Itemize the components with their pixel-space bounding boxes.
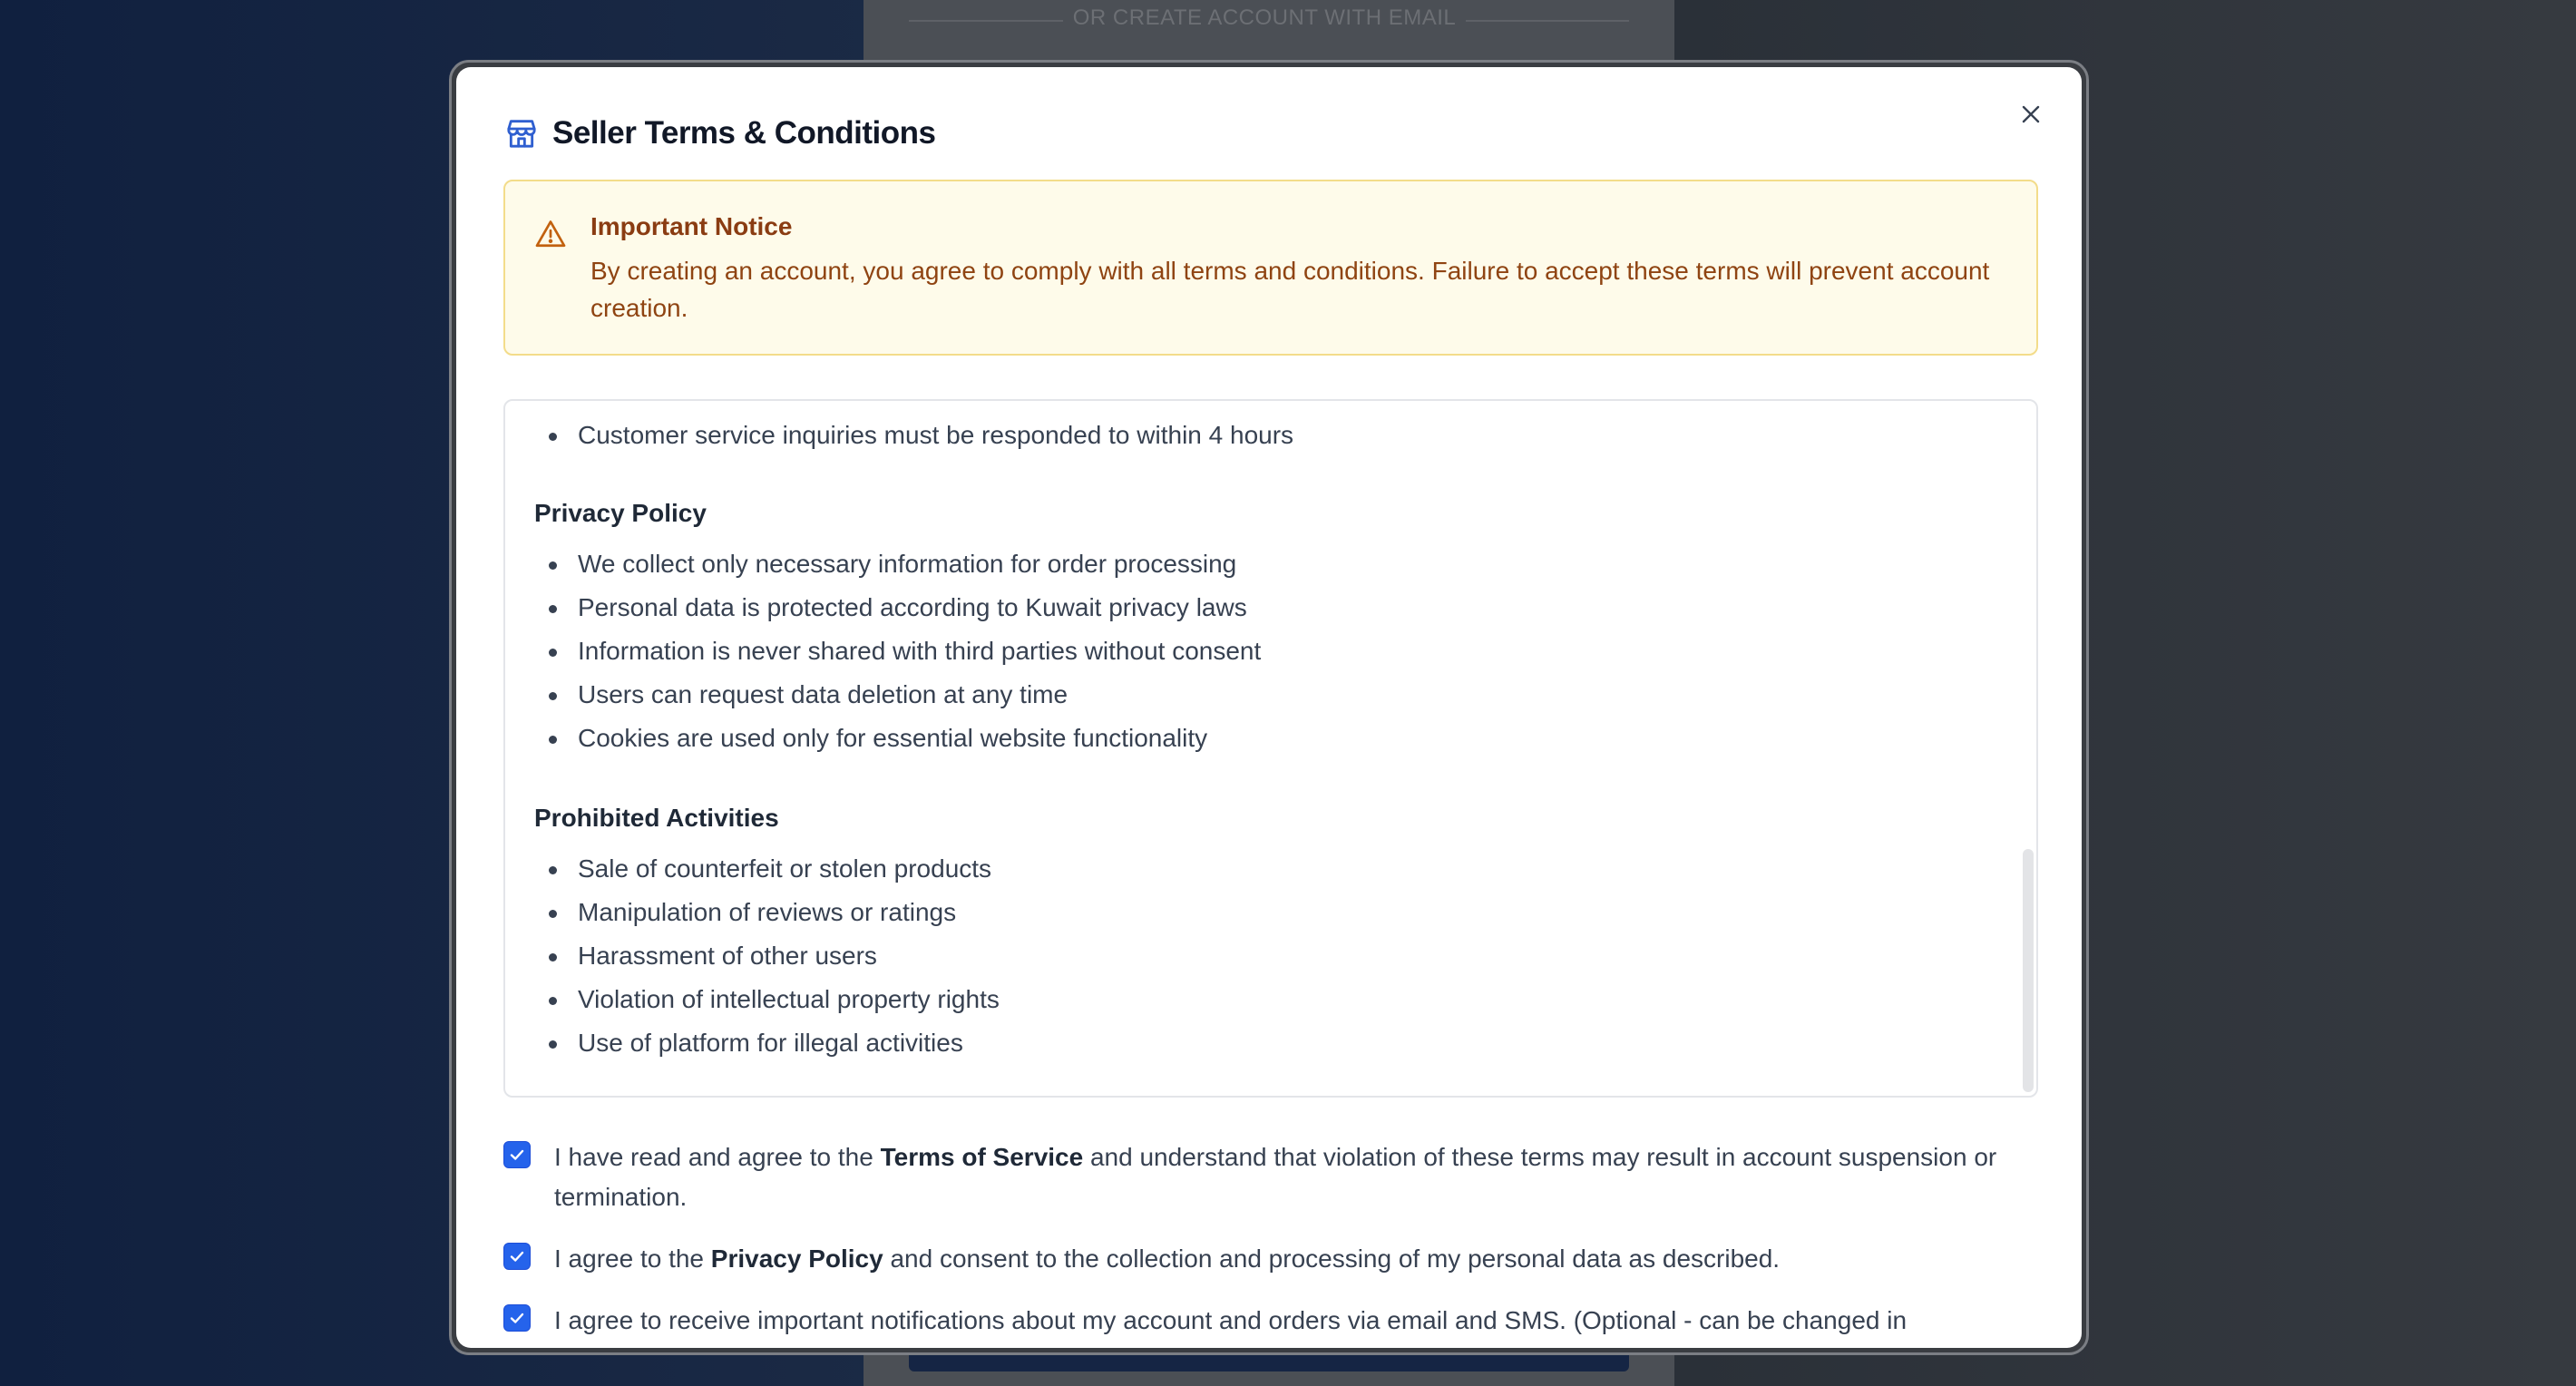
checkmark-icon — [510, 1251, 524, 1262]
important-notice-alert: Important Notice By creating an account,… — [503, 180, 2038, 356]
divider-line-left — [909, 20, 1063, 22]
notice-body: By creating an account, you agree to com… — [590, 257, 1990, 322]
section-heading-prohibited: Prohibited Activities — [534, 804, 779, 832]
prohibited-list-item: Use of platform for illegal activities — [549, 1029, 963, 1057]
privacy-list-item: Personal data is protected according to … — [549, 593, 1247, 621]
notifications-label[interactable]: I agree to receive important notificatio… — [554, 1301, 2042, 1341]
privacy-list-item: Cookies are used only for essential webs… — [548, 724, 1208, 752]
terms-of-service-checkbox[interactable] — [503, 1141, 531, 1168]
store-icon — [503, 115, 540, 151]
close-button[interactable] — [2013, 96, 2049, 132]
terms-scroll-area[interactable]: Customer service inquiries must be respo… — [503, 399, 2038, 1098]
prohibited-list-item: Manipulation of reviews or ratings — [548, 898, 957, 926]
agree-text-part: I agree to the — [554, 1244, 711, 1273]
privacy-list-item: Information is never shared with third p… — [548, 637, 1262, 665]
prohibited-list-item: Harassment of other users — [549, 942, 877, 970]
section-heading-privacy: Privacy Policy — [534, 499, 707, 527]
privacy-policy-emphasis: Privacy Policy — [710, 1244, 883, 1273]
agree-text-part: I agree to receive important notificatio… — [554, 1306, 1908, 1334]
privacy-policy-label[interactable]: I agree to the Privacy Policy and consen… — [554, 1239, 2042, 1279]
privacy-list-item: Users can request data deletion at any t… — [548, 680, 1068, 708]
agree-text-part: and consent to the collection and proces… — [883, 1244, 1781, 1273]
notifications-checkbox[interactable] — [503, 1304, 531, 1332]
prohibited-list-item: Violation of intellectual property right… — [549, 985, 1000, 1013]
terms-list-item: Customer service inquiries must be respo… — [548, 421, 1294, 449]
privacy-list-item: We collect only necessary information fo… — [548, 550, 1237, 578]
warning-triangle-icon — [535, 220, 566, 248]
notice-title: Important Notice — [590, 212, 793, 240]
checkmark-icon — [510, 1313, 524, 1323]
terms-of-service-label[interactable]: I have read and agree to the Terms of Se… — [554, 1137, 2042, 1217]
close-icon — [2022, 105, 2040, 123]
scrollbar-thumb[interactable] — [2023, 849, 2034, 1092]
or-create-account-divider: OR CREATE ACCOUNT WITH EMAIL — [1072, 5, 1457, 30]
privacy-policy-checkbox[interactable] — [503, 1243, 531, 1270]
modal-title: Seller Terms & Conditions — [552, 115, 936, 151]
checkmark-icon — [510, 1149, 524, 1160]
terms-content: Customer service inquiries must be respo… — [505, 401, 2011, 1096]
prohibited-list-item: Sale of counterfeit or stolen products — [548, 854, 992, 883]
modal-header: Seller Terms & Conditions — [503, 111, 936, 156]
terms-of-service-emphasis: Terms of Service — [880, 1143, 1084, 1171]
agree-text-part: I have read and agree to the — [554, 1143, 881, 1171]
terms-modal: Seller Terms & Conditions Important Noti… — [456, 67, 2082, 1348]
divider-line-right — [1466, 20, 1629, 22]
